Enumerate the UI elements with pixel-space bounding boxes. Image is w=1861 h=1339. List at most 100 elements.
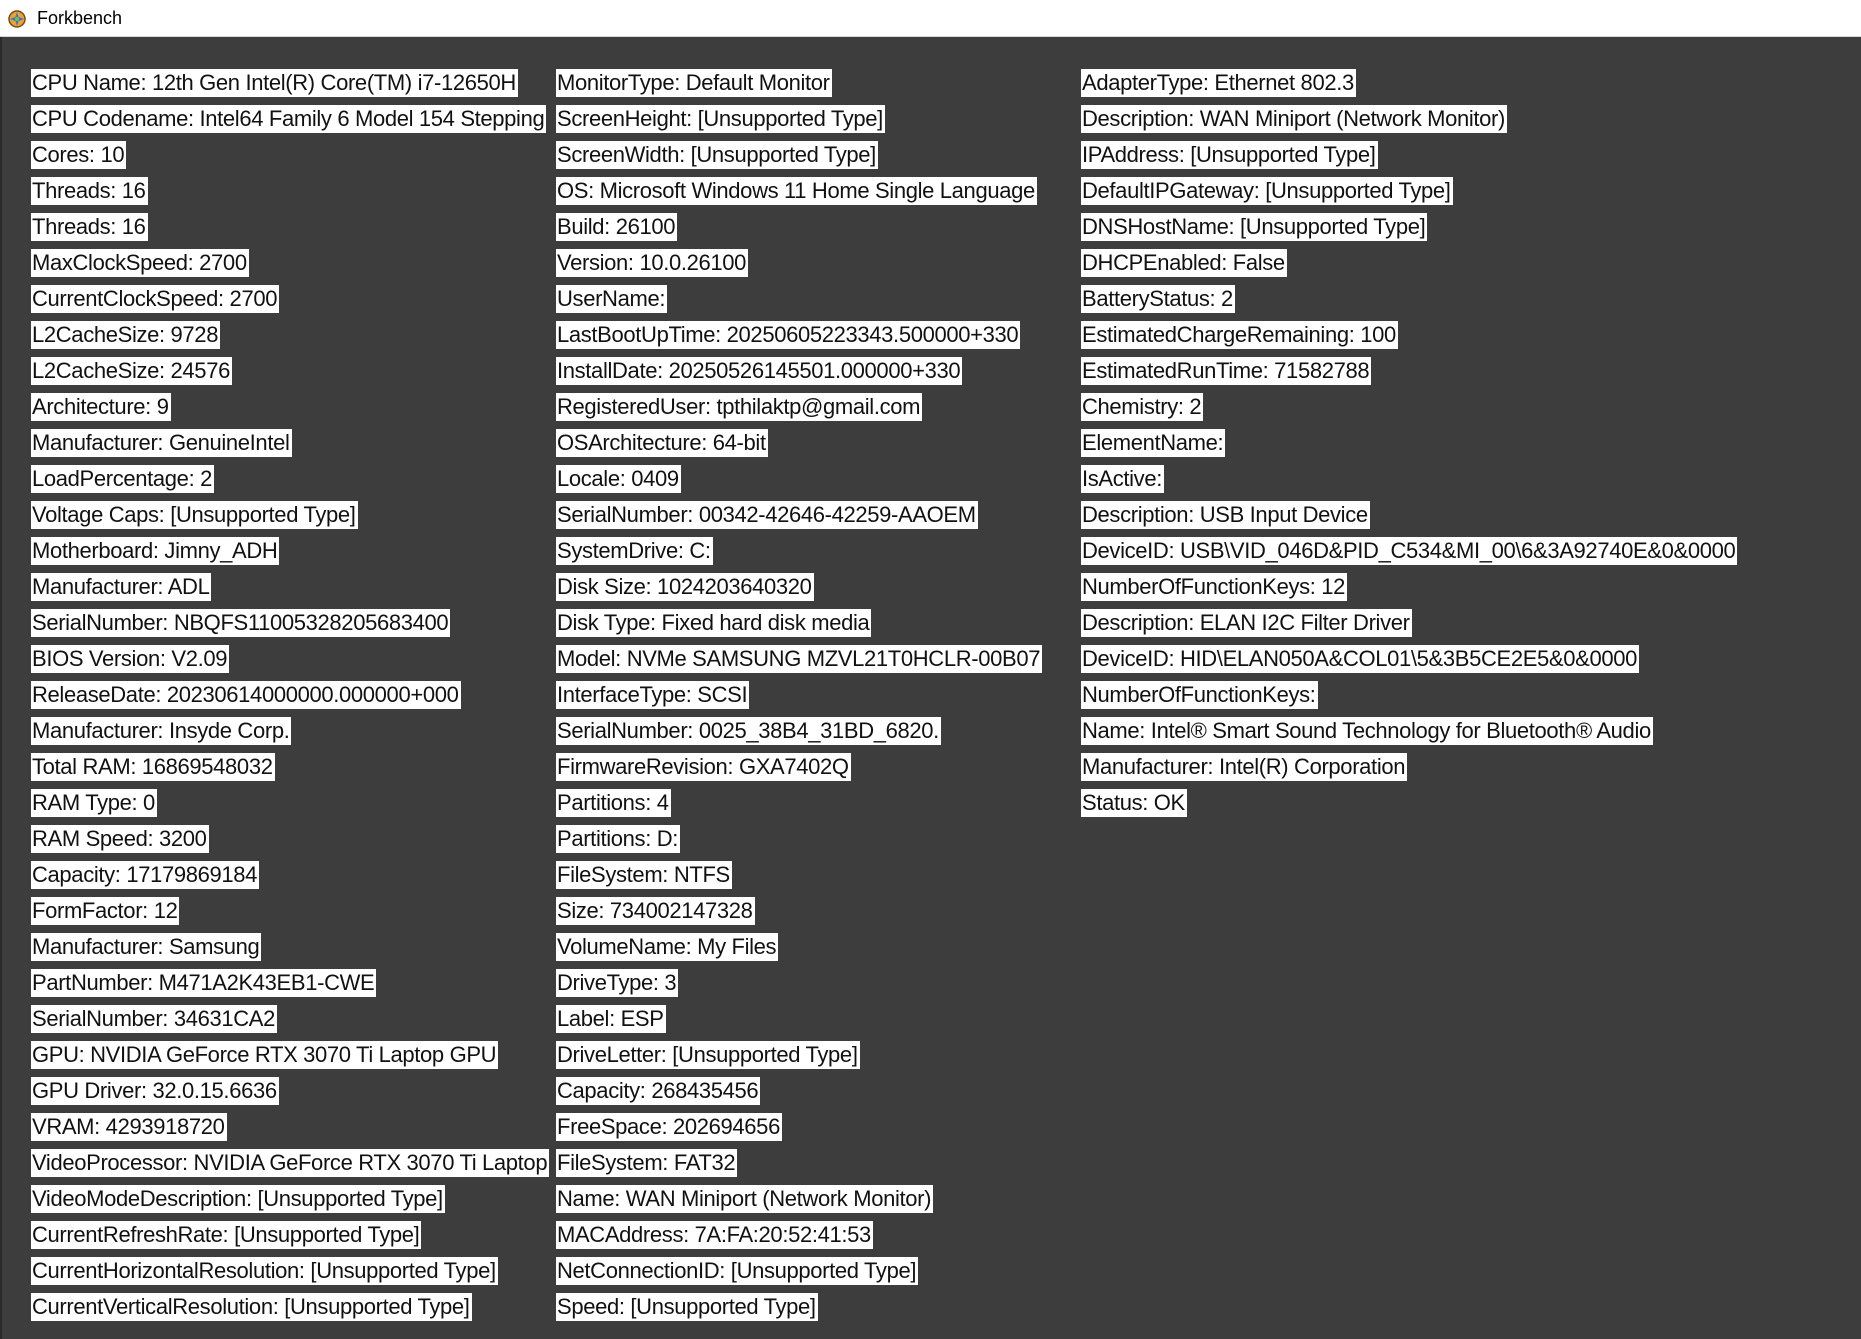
- info-row: VRAM: 4293918720: [31, 1113, 555, 1149]
- info-row: RegisteredUser: tpthilaktp@gmail.com: [556, 393, 1059, 429]
- info-label: FileSystem: NTFS: [556, 861, 732, 889]
- info-row: BatteryStatus: 2: [1081, 285, 1841, 321]
- info-label: FirmwareRevision: GXA7402Q: [556, 753, 851, 781]
- info-label: Description: USB Input Device: [1081, 501, 1370, 529]
- info-row: VideoProcessor: NVIDIA GeForce RTX 3070 …: [31, 1149, 555, 1185]
- info-row: FreeSpace: 202694656: [556, 1113, 1059, 1149]
- info-label: CurrentRefreshRate: [Unsupported Type]: [31, 1221, 422, 1249]
- info-row: Label: ESP: [556, 1005, 1059, 1041]
- info-row: FileSystem: FAT32: [556, 1149, 1059, 1185]
- info-label: GPU Driver: 32.0.15.6636: [31, 1077, 279, 1105]
- info-label: L2CacheSize: 9728: [31, 321, 221, 349]
- info-row: InstallDate: 20250526145501.000000+330: [556, 357, 1059, 393]
- info-label: VideoModeDescription: [Unsupported Type]: [31, 1185, 445, 1213]
- info-row: DeviceID: HID\ELAN050A&COL01\5&3B5CE2E5&…: [1081, 645, 1841, 681]
- info-row: Manufacturer: Intel(R) Corporation: [1081, 753, 1841, 789]
- info-row: ScreenWidth: [Unsupported Type]: [556, 141, 1059, 177]
- info-label: NumberOfFunctionKeys:: [1081, 681, 1318, 709]
- info-label: PartNumber: M471A2K43EB1-CWE: [31, 969, 377, 997]
- info-label: Locale: 0409: [556, 465, 681, 493]
- info-label: Architecture: 9: [31, 393, 171, 421]
- info-label: MaxClockSpeed: 2700: [31, 249, 249, 277]
- info-label: Partitions: D:: [556, 825, 681, 853]
- info-row: DeviceID: USB\VID_046D&PID_C534&MI_00\6&…: [1081, 537, 1841, 573]
- info-label: Threads: 16: [31, 213, 148, 241]
- info-label: RegisteredUser: tpthilaktp@gmail.com: [556, 393, 923, 421]
- info-row: ElementName:: [1081, 429, 1841, 465]
- info-label: Description: WAN Miniport (Network Monit…: [1081, 105, 1508, 133]
- info-row: FormFactor: 12: [31, 897, 555, 933]
- info-row: CurrentClockSpeed: 2700: [31, 285, 555, 321]
- info-label: Status: OK: [1081, 789, 1187, 817]
- info-label: Manufacturer: Samsung: [31, 933, 262, 961]
- info-label: Partitions: 4: [556, 789, 671, 817]
- column-system-hardware: CPU Name: 12th Gen Intel(R) Core(TM) i7-…: [31, 69, 555, 1339]
- info-row: CurrentHorizontalResolution: [Unsupporte…: [31, 1257, 555, 1293]
- info-row: Threads: 16: [31, 177, 555, 213]
- info-row: MACAddress: 7A:FA:20:52:41:53: [556, 1221, 1059, 1257]
- info-label: BatteryStatus: 2: [1081, 285, 1235, 313]
- info-label: OS: Microsoft Windows 11 Home Single Lan…: [556, 177, 1037, 205]
- info-label: Disk Type: Fixed hard disk media: [556, 609, 872, 637]
- info-row: BIOS Version: V2.09: [31, 645, 555, 681]
- info-row: VideoModeDescription: [Unsupported Type]: [31, 1185, 555, 1221]
- info-label: AdapterType: Ethernet 802.3: [1081, 69, 1356, 97]
- info-row: MonitorType: Default Monitor: [556, 69, 1059, 105]
- info-label: Speed: [Unsupported Type]: [556, 1293, 818, 1321]
- info-row: SerialNumber: 00342-42646-42259-AAOEM: [556, 501, 1059, 537]
- info-label: Disk Size: 1024203640320: [556, 573, 814, 601]
- info-row: OS: Microsoft Windows 11 Home Single Lan…: [556, 177, 1059, 213]
- info-row: LoadPercentage: 2: [31, 465, 555, 501]
- info-label: LastBootUpTime: 20250605223343.500000+33…: [556, 321, 1021, 349]
- info-row: NumberOfFunctionKeys:: [1081, 681, 1841, 717]
- info-row: IsActive:: [1081, 465, 1841, 501]
- info-label: Total RAM: 16869548032: [31, 753, 275, 781]
- info-row: Partitions: 4: [556, 789, 1059, 825]
- info-label: Name: WAN Miniport (Network Monitor): [556, 1185, 934, 1213]
- info-row: Disk Type: Fixed hard disk media: [556, 609, 1059, 645]
- info-row: Total RAM: 16869548032: [31, 753, 555, 789]
- info-label: Version: 10.0.26100: [556, 249, 749, 277]
- info-label: ScreenHeight: [Unsupported Type]: [556, 105, 885, 133]
- info-label: Motherboard: Jimny_ADH: [31, 537, 280, 565]
- info-label: FreeSpace: 202694656: [556, 1113, 782, 1141]
- info-row: Size: 734002147328: [556, 897, 1059, 933]
- info-label: Build: 26100: [556, 213, 678, 241]
- info-label: Name: Intel® Smart Sound Technology for …: [1081, 717, 1653, 745]
- info-row: Partitions: D:: [556, 825, 1059, 861]
- info-label: Manufacturer: Insyde Corp.: [31, 717, 292, 745]
- info-row: Build: 26100: [556, 213, 1059, 249]
- info-row: Disk Size: 1024203640320: [556, 573, 1059, 609]
- info-label: CurrentHorizontalResolution: [Unsupporte…: [31, 1257, 498, 1285]
- info-label: SerialNumber: 00342-42646-42259-AAOEM: [556, 501, 978, 529]
- info-row: Architecture: 9: [31, 393, 555, 429]
- info-row: OSArchitecture: 64-bit: [556, 429, 1059, 465]
- info-label: Chemistry: 2: [1081, 393, 1204, 421]
- info-label: IPAddress: [Unsupported Type]: [1081, 141, 1378, 169]
- info-label: Cores: 10: [31, 141, 127, 169]
- info-row: CPU Codename: Intel64 Family 6 Model 154…: [31, 105, 555, 141]
- info-row: Manufacturer: ADL: [31, 573, 555, 609]
- info-row: FileSystem: NTFS: [556, 861, 1059, 897]
- info-label: DeviceID: USB\VID_046D&PID_C534&MI_00\6&…: [1081, 537, 1738, 565]
- info-row: ScreenHeight: [Unsupported Type]: [556, 105, 1059, 141]
- info-row: SerialNumber: 34631CA2: [31, 1005, 555, 1041]
- info-label: SerialNumber: NBQFS11005328205683400: [31, 609, 451, 637]
- info-label: BIOS Version: V2.09: [31, 645, 230, 673]
- column-os-storage: MonitorType: Default Monitor ScreenHeight…: [556, 69, 1059, 1339]
- info-label: InstallDate: 20250526145501.000000+330: [556, 357, 963, 385]
- info-row: Status: OK: [1081, 789, 1841, 825]
- info-label: Manufacturer: GenuineIntel: [31, 429, 292, 457]
- window-title: Forkbench: [37, 8, 123, 28]
- info-row: FirmwareRevision: GXA7402Q: [556, 753, 1059, 789]
- info-label: MACAddress: 7A:FA:20:52:41:53: [556, 1221, 873, 1249]
- info-label: VolumeName: My Files: [556, 933, 779, 961]
- info-label: CurrentVerticalResolution: [Unsupported …: [31, 1293, 472, 1321]
- info-row: LastBootUpTime: 20250605223343.500000+33…: [556, 321, 1059, 357]
- info-label: InterfaceType: SCSI: [556, 681, 750, 709]
- info-label: L2CacheSize: 24576: [31, 357, 232, 385]
- info-row: Cores: 10: [31, 141, 555, 177]
- info-label: EstimatedRunTime: 71582788: [1081, 357, 1372, 385]
- info-label: Capacity: 268435456: [556, 1077, 761, 1105]
- info-label: Description: ELAN I2C Filter Driver: [1081, 609, 1412, 637]
